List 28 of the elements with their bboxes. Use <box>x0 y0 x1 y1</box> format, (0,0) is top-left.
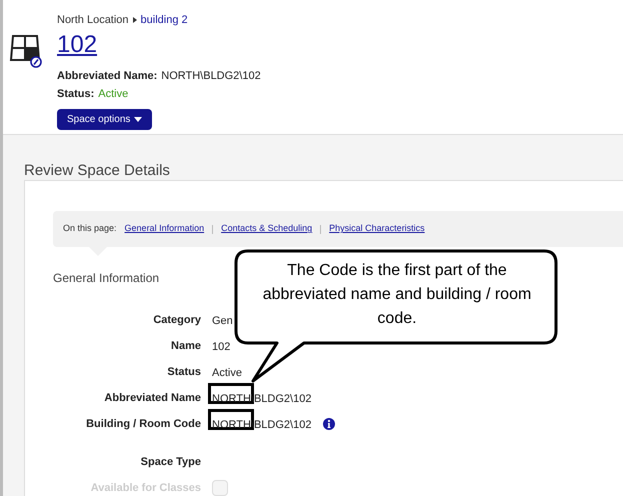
field-label: Space Type <box>140 454 201 470</box>
field-label: Building / Room Code <box>85 416 201 432</box>
dropdown-caret-icon <box>134 116 142 122</box>
field-value: Active <box>212 367 242 379</box>
page-section-link[interactable]: General Information <box>124 222 204 236</box>
field-label: Category <box>152 312 201 328</box>
field-label: Abbreviated Name <box>103 390 201 406</box>
callout-text: The Code is the first part of the abbreviated name and building / room code. <box>262 261 532 329</box>
on-this-page-label: On this page: <box>63 222 117 236</box>
field-value: 102 <box>212 341 230 353</box>
group-title: General Information <box>53 270 160 287</box>
summary-label: Abbreviated Name: <box>57 68 158 84</box>
breadcrumb-separator-icon <box>132 17 137 24</box>
summary-value: Active <box>98 87 128 102</box>
space-title[interactable]: 102 <box>57 30 98 60</box>
page-section-link[interactable]: Physical Characteristics <box>329 222 425 236</box>
breadcrumb-link[interactable]: North Location <box>57 12 129 28</box>
field-label: Status <box>166 364 201 380</box>
field-value: Gen <box>212 315 233 327</box>
summary-value: NORTH\BLDG2\102 <box>161 68 261 84</box>
floor-plan-icon <box>9 32 45 68</box>
space-options-button[interactable]: Space options <box>57 108 152 130</box>
section-title: Review Space Details <box>24 161 171 180</box>
info-icon[interactable] <box>323 418 336 430</box>
breadcrumb-link[interactable]: building 2 <box>140 12 188 28</box>
page-section-link[interactable]: Contacts & Scheduling <box>221 222 312 236</box>
summary-label: Status: <box>57 87 94 102</box>
field-label: Name <box>170 338 201 354</box>
